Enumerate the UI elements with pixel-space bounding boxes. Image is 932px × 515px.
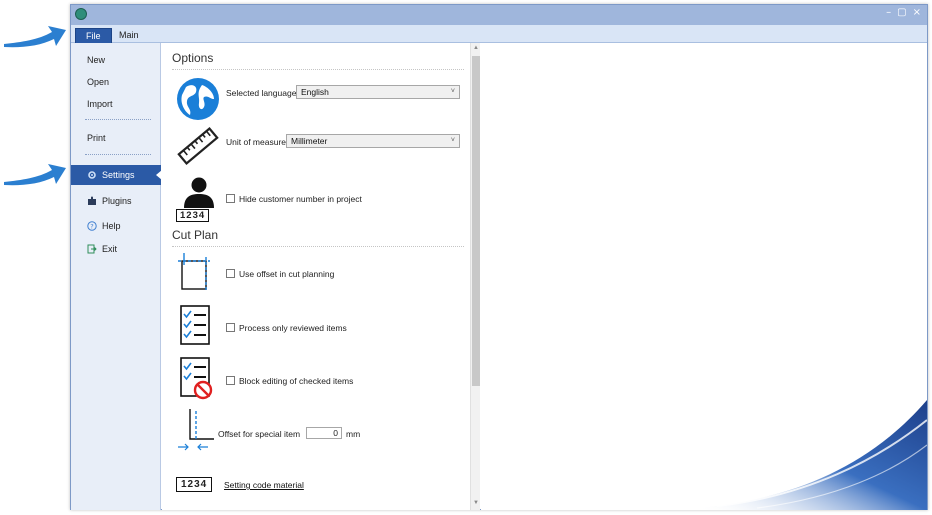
offset-special-input[interactable]: 0: [306, 427, 342, 439]
hide-customer-label: Hide customer number in project: [239, 194, 362, 204]
settings-panel: Options Selected language: English ˅ Uni: [162, 43, 470, 510]
menu-item-import[interactable]: Import: [71, 94, 161, 114]
menu-item-label: New: [87, 55, 106, 65]
menu-item-label: Plugins: [102, 196, 132, 206]
options-section-title: Options: [172, 51, 214, 65]
cut-plan-section-title: Cut Plan: [172, 228, 219, 242]
unit-label: Unit of measure:: [226, 137, 289, 147]
unit-select[interactable]: Millimeter ˅: [286, 134, 460, 148]
menu-item-label: Help: [102, 221, 121, 231]
menu-item-label: Open: [87, 77, 110, 87]
decorative-swoosh-icon: [697, 400, 927, 510]
screenshot-stage: – ▢ × File Main New Open Import Print Se…: [0, 0, 932, 515]
preview-area: [481, 43, 927, 510]
offset-special-unit: mm: [346, 429, 361, 439]
scroll-down-arrow-icon[interactable]: ▼: [471, 500, 481, 508]
exit-icon: [87, 244, 97, 254]
use-offset-label: Use offset in cut planning: [239, 269, 335, 279]
hide-customer-checkbox[interactable]: [226, 194, 235, 203]
minimize-button[interactable]: –: [886, 7, 891, 18]
checklist-icon: [180, 305, 210, 345]
chevron-down-icon: ˅: [450, 137, 455, 144]
language-select[interactable]: English ˅: [296, 85, 460, 99]
svg-text:?: ?: [90, 223, 93, 231]
block-editing-label: Block editing of checked items: [239, 376, 354, 386]
chevron-down-icon: ˅: [450, 88, 455, 95]
menu-item-new[interactable]: New: [71, 50, 161, 70]
language-label: Selected language:: [226, 88, 299, 98]
app-logo-icon: [75, 8, 87, 20]
callout-arrow-settings-icon: [4, 164, 66, 186]
globe-icon: [177, 78, 219, 120]
menu-item-label: Print: [87, 133, 106, 143]
maximize-button[interactable]: ▢: [897, 7, 906, 18]
scroll-up-arrow-icon[interactable]: ▲: [471, 45, 481, 53]
gear-icon: [88, 171, 96, 179]
offset-special-icon: [178, 409, 214, 451]
menu-item-label: Settings: [102, 170, 135, 180]
use-offset-checkbox[interactable]: [226, 269, 235, 278]
menu-item-plugins[interactable]: Plugins: [71, 191, 161, 211]
process-reviewed-checkbox[interactable]: [226, 323, 235, 332]
section-divider: [172, 69, 464, 70]
menu-item-label: Import: [87, 99, 113, 109]
vertical-scrollbar[interactable]: ▲ ▼: [470, 43, 480, 510]
scroll-thumb[interactable]: [472, 56, 480, 386]
menu-divider: [85, 154, 151, 155]
code-material-badge: 1234: [176, 477, 213, 492]
app-window: – ▢ × File Main New Open Import Print Se…: [70, 4, 928, 510]
menu-item-print[interactable]: Print: [71, 128, 161, 148]
ribbon-tab-bar: File Main: [71, 25, 927, 43]
setting-code-material-link[interactable]: Setting code material: [224, 480, 304, 490]
close-button[interactable]: ×: [913, 7, 921, 18]
section-divider: [172, 246, 464, 247]
offset-frame-icon: [178, 253, 210, 291]
window-controls: – ▢ ×: [886, 7, 921, 18]
checklist-block-icon: [180, 357, 213, 400]
callout-arrow-file-icon: [4, 26, 66, 48]
menu-item-label: Exit: [102, 244, 118, 254]
menu-item-exit[interactable]: Exit: [71, 239, 161, 259]
menu-item-settings[interactable]: Settings: [71, 165, 162, 185]
tab-main[interactable]: Main: [109, 28, 149, 43]
menu-item-help[interactable]: ? Help: [71, 216, 161, 236]
tab-file[interactable]: File: [75, 28, 112, 43]
puzzle-icon: [88, 196, 96, 205]
unit-select-value: Millimeter: [291, 136, 328, 146]
menu-divider: [85, 119, 151, 120]
backstage-menu: New Open Import Print Settings Plugins ?…: [71, 43, 162, 510]
help-icon: ?: [87, 221, 97, 231]
title-bar: – ▢ ×: [71, 5, 927, 25]
process-reviewed-label: Process only reviewed items: [239, 323, 347, 333]
customer-number-badge: 1234: [176, 209, 210, 222]
offset-special-label: Offset for special item: [218, 429, 301, 439]
menu-item-open[interactable]: Open: [71, 72, 161, 92]
block-editing-checkbox[interactable]: [226, 376, 235, 385]
language-select-value: English: [301, 87, 329, 97]
ruler-icon: [177, 126, 219, 166]
